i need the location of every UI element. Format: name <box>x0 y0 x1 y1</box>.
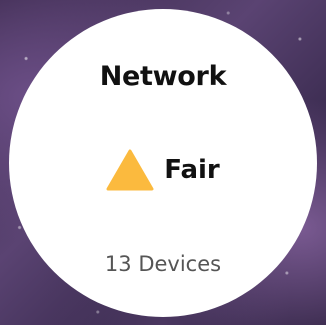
network-status: Fair <box>9 149 317 191</box>
card-title: Network <box>99 61 227 92</box>
devices-count: 13 Devices <box>104 252 222 276</box>
warning-triangle-shape <box>106 149 154 191</box>
network-status-card[interactable]: Network Fair 13 Devices <box>9 9 317 317</box>
warning-triangle-icon <box>106 149 154 191</box>
status-label: Fair <box>164 155 220 185</box>
